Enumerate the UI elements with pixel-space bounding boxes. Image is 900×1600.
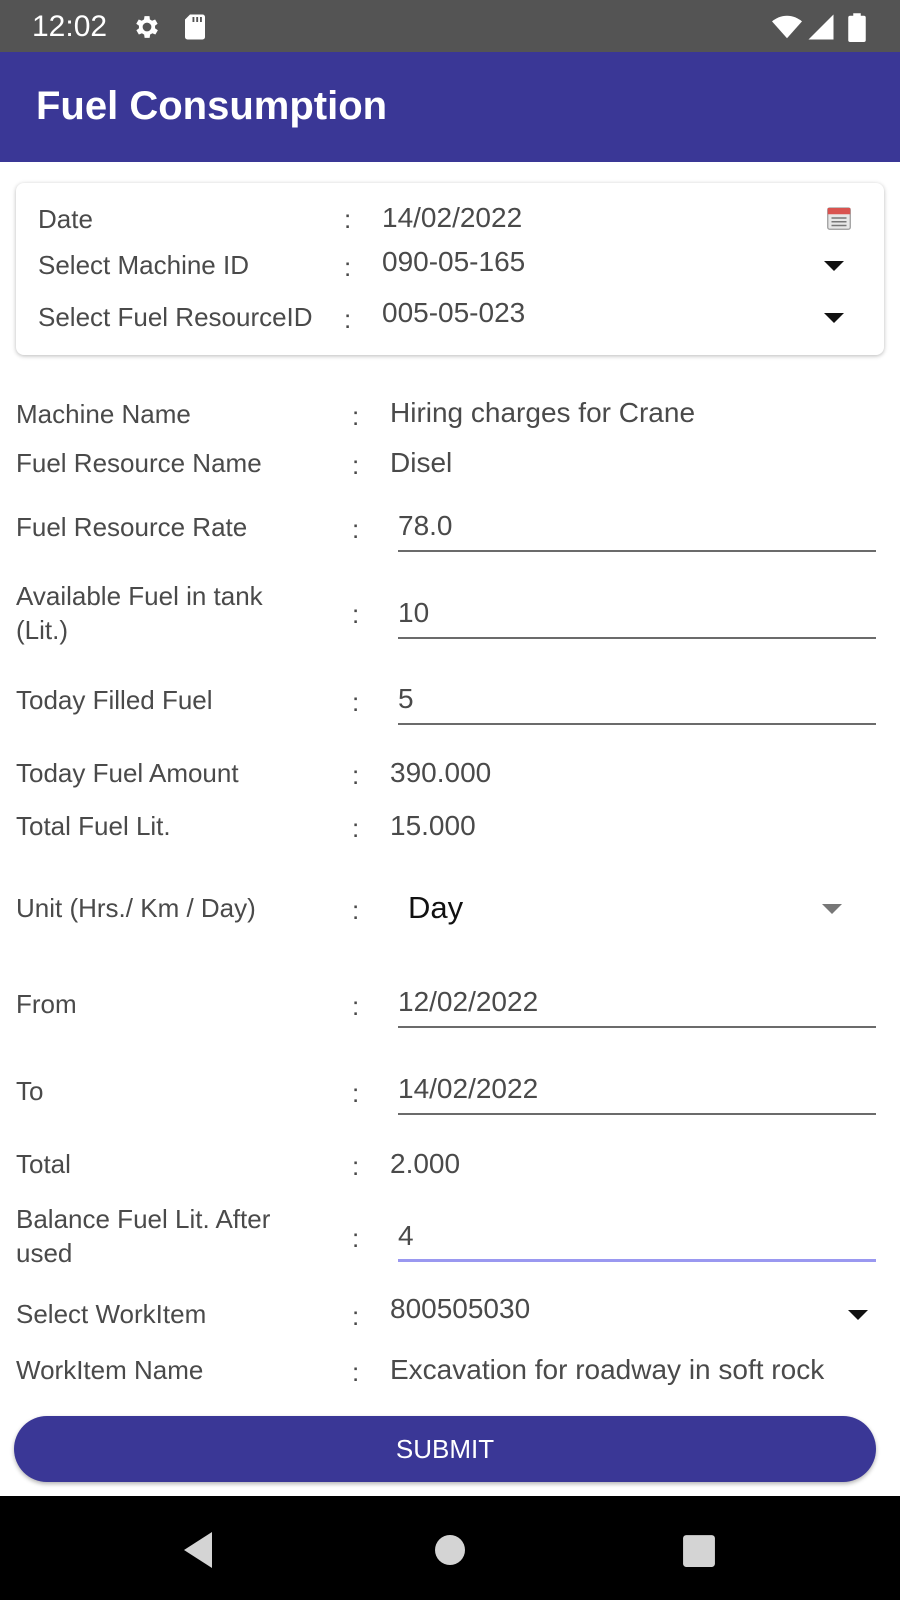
colon: :	[352, 1151, 360, 1181]
app-bar: Fuel Consumption	[0, 52, 900, 162]
from-date-field[interactable]: 12/02/2022	[398, 982, 876, 1028]
colon: :	[352, 1357, 360, 1387]
submit-button[interactable]: SUBMIT	[14, 1416, 876, 1482]
today-filled-fuel-value: 5	[398, 683, 414, 714]
balance-fuel-field[interactable]: 4	[398, 1216, 876, 1262]
colon: :	[352, 760, 360, 790]
available-fuel-label-unit: (Lit.)	[16, 615, 68, 645]
navigation-bar	[0, 1496, 900, 1600]
machine-name-label: Machine Name	[16, 399, 191, 429]
colon: :	[352, 1078, 360, 1108]
today-fuel-amount-label: Today Fuel Amount	[16, 758, 239, 788]
work-item-spinner[interactable]: 800505030	[390, 1292, 530, 1326]
unit-spinner[interactable]: Day	[398, 880, 858, 936]
to-date-field[interactable]: 14/02/2022	[398, 1069, 876, 1115]
work-item-name-value: Excavation for roadway in soft rock	[390, 1354, 825, 1385]
status-time: 12:02	[32, 10, 108, 43]
recents-icon[interactable]	[682, 1534, 716, 1568]
date-value[interactable]: 14/02/2022	[382, 201, 522, 235]
machine-id-label: Select Machine ID	[38, 250, 249, 280]
to-date-value: 14/02/2022	[398, 1073, 539, 1104]
back-icon[interactable]	[180, 1530, 216, 1570]
status-bar: 12:02	[0, 0, 900, 52]
balance-fuel-value: 4	[398, 1220, 414, 1251]
fuel-resource-name-label: Fuel Resource Name	[16, 448, 262, 478]
fuel-resource-rate-field[interactable]: 78.0	[398, 506, 876, 552]
colon: :	[344, 252, 352, 282]
unit-label: Unit (Hrs./ Km / Day)	[16, 893, 256, 923]
colon: :	[344, 204, 352, 234]
available-fuel-label: Available Fuel in tank	[16, 581, 263, 611]
colon: :	[352, 1223, 360, 1253]
fuel-resource-id-label: Select Fuel ResourceID	[38, 302, 313, 332]
chevron-down-icon[interactable]	[824, 261, 844, 271]
date-label: Date	[38, 204, 93, 234]
machine-name-value: Hiring charges for Crane	[390, 397, 696, 428]
from-label: From	[16, 989, 77, 1019]
chevron-down-icon[interactable]	[824, 313, 844, 323]
available-fuel-field[interactable]: 10	[398, 593, 876, 639]
work-item-name-label: WorkItem Name	[16, 1355, 204, 1385]
available-fuel-value: 10	[398, 597, 430, 628]
fuel-resource-name-value: Disel	[390, 447, 453, 478]
colon: :	[344, 304, 352, 334]
signal-icon	[808, 14, 834, 40]
colon: :	[352, 991, 360, 1021]
today-filled-fuel-label: Today Filled Fuel	[16, 685, 213, 715]
calendar-icon[interactable]	[824, 203, 854, 233]
colon: :	[352, 687, 360, 717]
machine-id-spinner[interactable]: 090-05-165	[382, 245, 525, 279]
wifi-icon	[772, 15, 802, 39]
colon: :	[352, 401, 360, 431]
colon: :	[352, 514, 360, 544]
colon: :	[352, 895, 360, 925]
fuel-resource-rate-label: Fuel Resource Rate	[16, 512, 248, 542]
chevron-down-icon	[822, 904, 842, 914]
today-fuel-amount-value: 390.000	[390, 757, 492, 788]
gear-icon	[136, 16, 158, 38]
balance-fuel-label: Balance Fuel Lit. After	[16, 1204, 271, 1234]
page-title: Fuel Consumption	[36, 84, 388, 128]
colon: :	[352, 599, 360, 629]
to-label: To	[16, 1076, 44, 1106]
colon: :	[352, 450, 360, 480]
colon: :	[352, 1301, 360, 1331]
today-filled-fuel-field[interactable]: 5	[398, 679, 876, 725]
work-item-label: Select WorkItem	[16, 1299, 207, 1329]
balance-fuel-label-cont: used	[16, 1238, 73, 1268]
header-card: Date : 14/02/2022 Select Machine ID : 09…	[16, 183, 884, 355]
chevron-down-icon[interactable]	[848, 1310, 868, 1320]
fuel-resource-rate-value: 78.0	[398, 510, 453, 541]
total-fuel-value: 15.000	[390, 810, 476, 841]
from-date-value: 12/02/2022	[398, 986, 539, 1017]
unit-selected: Day	[408, 890, 464, 925]
fuel-resource-id-spinner[interactable]: 005-05-023	[382, 296, 525, 330]
home-icon[interactable]	[434, 1534, 466, 1566]
total-value: 2.000	[390, 1148, 461, 1179]
total-label: Total	[16, 1149, 71, 1179]
total-fuel-label: Total Fuel Lit.	[16, 811, 171, 841]
colon: :	[352, 813, 360, 843]
sd-card-icon	[185, 14, 205, 40]
battery-icon	[848, 13, 866, 42]
